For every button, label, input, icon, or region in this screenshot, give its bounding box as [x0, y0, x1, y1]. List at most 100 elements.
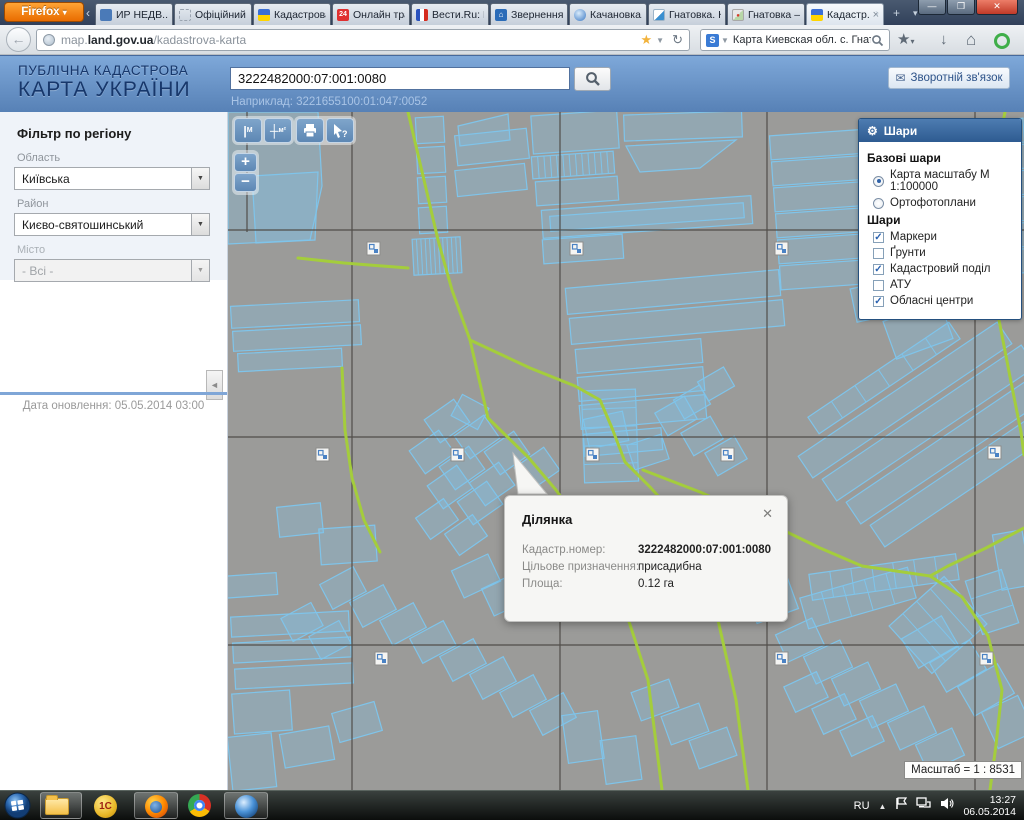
map-area: |M ┼м² ? + − ⚙ Шари Базові шари Карта мас…	[228, 112, 1024, 790]
firefox-taskbar-button[interactable]	[134, 792, 178, 819]
scale-indicator: Масштаб = 1 : 8531	[904, 761, 1022, 779]
clock-date: 06.05.2014	[963, 806, 1016, 818]
popup-close-icon[interactable]: ✕	[762, 506, 773, 522]
tab-3[interactable]: 24Онлайн тра...	[332, 3, 410, 25]
tab-5[interactable]: ⌂Звернення ...	[490, 3, 568, 25]
language-indicator[interactable]: RU	[854, 800, 870, 812]
popup-row-0: Кадастр.номер:3222482000:07:001:0080	[522, 544, 778, 556]
field-label-1: Район	[17, 198, 227, 210]
checkbox-icon[interactable]: ✓	[873, 296, 884, 307]
taskbar-clock[interactable]: 13:27 06.05.2014	[963, 794, 1016, 818]
sidebar-collapse-button[interactable]: ◄	[206, 370, 223, 400]
radio-icon[interactable]	[873, 176, 884, 187]
cadastral-number-input[interactable]: 3222482000:07:001:0080	[230, 67, 570, 90]
restore-button[interactable]: ❒	[947, 0, 975, 15]
downloads-icon[interactable]: ↓	[940, 31, 948, 49]
tab-8[interactable]: ● Гнатовка – ...	[727, 3, 805, 25]
action-center-flag-icon[interactable]	[895, 797, 907, 815]
identify-button[interactable]: ?	[326, 118, 354, 143]
search-engine-dropdown-icon[interactable]: ▼	[721, 36, 729, 45]
bookmark-star-icon[interactable]: ★	[641, 32, 653, 48]
none-favicon	[179, 9, 191, 21]
search-engine-icon[interactable]: S	[706, 34, 719, 47]
network-icon[interactable]	[916, 797, 931, 815]
select-район[interactable]: Києво-святошинський▼	[14, 213, 210, 236]
envelope-icon: ✉	[895, 71, 905, 85]
select-value: - Всі -	[15, 264, 191, 278]
tab-6[interactable]: Качановка. ...	[569, 3, 647, 25]
chevron-down-icon[interactable]: ▼	[191, 168, 209, 189]
tab-label: Кадастр...	[827, 9, 870, 21]
1c-taskbar-button[interactable]: 1С	[94, 795, 117, 818]
zoom-out-button[interactable]: −	[234, 173, 257, 192]
bookmarks-panel-icon[interactable]: ★▾	[897, 31, 914, 51]
chrome-taskbar-button[interactable]	[188, 794, 211, 817]
layer-option-2[interactable]: ✓Кадастровий поділ	[873, 263, 1013, 275]
hidden-icons-arrow[interactable]: ▲	[879, 802, 887, 811]
feedback-button[interactable]: ✉ Зворотній зв'язок	[888, 67, 1010, 89]
google-earth-taskbar-button[interactable]	[224, 792, 268, 819]
layers-panel-header[interactable]: ⚙ Шари	[859, 119, 1021, 142]
measure-toolbar: |M ┼м²	[232, 116, 294, 145]
firefox-menu-button[interactable]: Firefox ▾	[4, 2, 84, 22]
select-область[interactable]: Київська▼	[14, 167, 210, 190]
close-button[interactable]: ✕	[976, 0, 1018, 15]
layers-panel-body: Базові шари Карта масштабу М 1:100000 Орто…	[859, 142, 1021, 319]
addon-icon[interactable]	[994, 33, 1010, 49]
tab-label: Гнатовка – ...	[748, 9, 800, 21]
search-engine-box[interactable]: S ▼ Карта Киевская обл. с. Гнатовка	[700, 29, 890, 51]
url-bar[interactable]: map.land.gov.ua/kadastrova-karta ★ ▼ ↻	[36, 29, 690, 51]
minimize-button[interactable]: —	[918, 0, 946, 15]
site-logo[interactable]: ПУБЛІЧНА КАДАСТРОВА КАРТА УКРАЇНИ	[18, 63, 191, 102]
sidebar: Фільтр по регіону ОбластьКиївська▼РайонК…	[0, 112, 228, 790]
base-layers-title: Базові шари	[867, 151, 1013, 165]
magnifier-icon[interactable]	[871, 34, 884, 47]
url-dropdown-icon[interactable]: ▼	[656, 36, 664, 45]
chevron-down-icon[interactable]: ▼	[191, 214, 209, 235]
select-value: Київська	[15, 172, 191, 186]
print-button[interactable]	[296, 118, 324, 143]
checkbox-icon[interactable]	[873, 248, 884, 259]
measure-area-button[interactable]: ┼м²	[264, 118, 292, 143]
base-layer-option-1[interactable]: Ортофотоплани	[873, 197, 1013, 209]
measure-length-button[interactable]: |M	[234, 118, 262, 143]
popup-tail	[506, 450, 566, 500]
volume-icon[interactable]	[940, 797, 954, 815]
layer-option-4[interactable]: ✓Обласні центри	[873, 295, 1013, 307]
start-button[interactable]	[4, 792, 31, 820]
gmaps-favicon: ●	[732, 9, 744, 21]
globe-favicon	[574, 9, 586, 21]
new-tab-button[interactable]: +	[893, 7, 900, 19]
reload-icon[interactable]: ↻	[672, 32, 683, 48]
layer-option-0[interactable]: ✓Маркери	[873, 231, 1013, 243]
popup-row-value: 3222482000:07:001:0080	[638, 544, 771, 556]
layer-option-3[interactable]: АТУ	[873, 279, 1013, 291]
base-layer-option-0[interactable]: Карта масштабу М 1:100000	[873, 169, 1013, 193]
checkbox-icon[interactable]: ✓	[873, 232, 884, 243]
system-tray: RU ▲ 13:27 06.05.2014	[854, 791, 1016, 820]
explorer-taskbar-button[interactable]	[40, 792, 82, 819]
zoom-in-button[interactable]: +	[234, 153, 257, 172]
checkbox-icon[interactable]	[873, 280, 884, 291]
checkbox-icon[interactable]: ✓	[873, 264, 884, 275]
search-query[interactable]: Карта Киевская обл. с. Гнатовка	[733, 34, 871, 46]
tab-9[interactable]: Кадастр...×	[806, 3, 884, 25]
tab-2[interactable]: Кадастрова...	[253, 3, 331, 25]
tab-4[interactable]: Вести.Ru: Р...	[411, 3, 489, 25]
region-filter-pane: Фільтр по регіону ОбластьКиївська▼РайонК…	[0, 112, 227, 280]
layer-option-1[interactable]: Ґрунти	[873, 247, 1013, 259]
base-layer-label: Ортофотоплани	[890, 197, 976, 209]
home-icon[interactable]: ⌂	[966, 31, 976, 49]
tab-scroll-right-icon[interactable]: ›	[875, 7, 879, 19]
tab-0[interactable]: ИР НЕДВ...	[95, 3, 173, 25]
folder-icon	[45, 798, 69, 815]
google-earth-icon	[235, 795, 258, 818]
radio-icon[interactable]	[873, 198, 884, 209]
vesti-favicon	[416, 9, 428, 21]
back-button[interactable]: ←	[6, 27, 31, 52]
tab-1[interactable]: Офіційний ...	[174, 3, 252, 25]
cadastral-search-button[interactable]	[574, 67, 611, 91]
tab-scroll-left-icon[interactable]: ‹	[86, 6, 90, 20]
tab-7[interactable]: Гнатовка. К...	[648, 3, 726, 25]
search-hint: Наприклад: 3221655100:01:047:0052	[231, 96, 427, 108]
